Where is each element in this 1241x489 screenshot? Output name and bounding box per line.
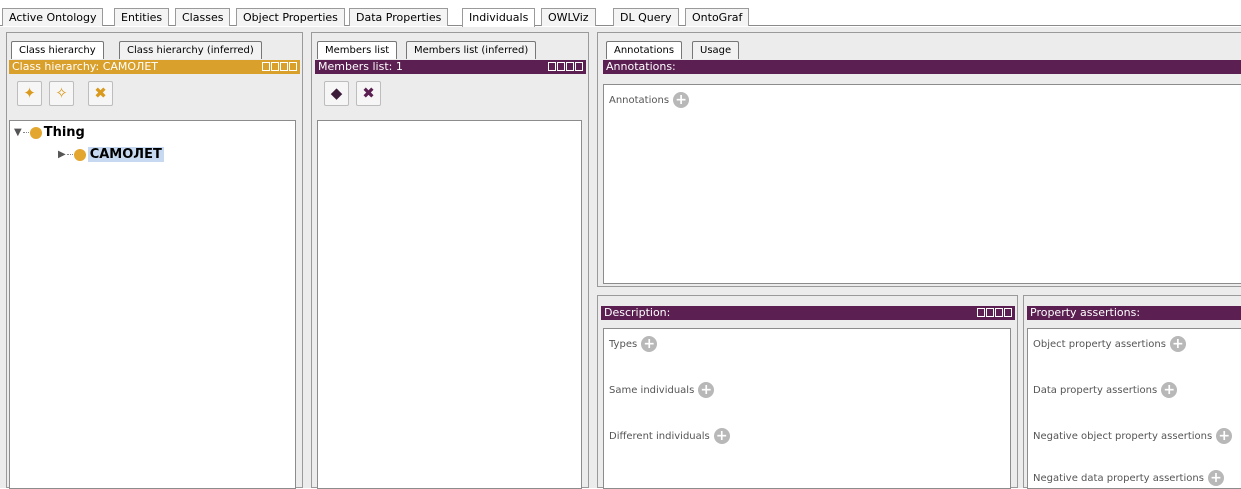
description-title: Description: [601, 306, 1015, 320]
data-property-assertions-label: Data property assertions [1033, 384, 1158, 396]
window-controls [262, 62, 297, 71]
add-annotation-icon[interactable]: + [673, 92, 690, 108]
object-property-assertions-field: Object property assertions + [1033, 336, 1186, 352]
same-individuals-label: Same individuals [609, 384, 695, 396]
delete-individual-button[interactable]: ✖ [356, 81, 381, 106]
close-icon[interactable] [575, 62, 583, 71]
tab-class-hierarchy[interactable]: Class hierarchy [11, 41, 104, 59]
add-sibling-class-button[interactable]: ✧ [49, 81, 74, 106]
add-negative-data-property-assertion-icon[interactable]: + [1207, 470, 1224, 486]
delete-class-button[interactable]: ✖ [88, 81, 113, 106]
object-property-assertions-label: Object property assertions [1033, 338, 1166, 350]
minimize-icon[interactable] [557, 62, 565, 71]
maximize-icon[interactable] [995, 308, 1003, 317]
add-data-property-assertion-icon[interactable]: + [1161, 382, 1178, 398]
negative-data-property-assertions-label: Negative data property assertions [1033, 472, 1204, 484]
property-assertions-box: Object property assertions + Data proper… [1027, 328, 1241, 489]
types-field: Types + [609, 336, 658, 352]
tab-class-hierarchy-inferred[interactable]: Class hierarchy (inferred) [119, 41, 262, 59]
add-different-individual-icon[interactable]: + [713, 428, 730, 444]
annotations-box: Annotations + [603, 84, 1241, 284]
annotations-title: Annotations: [603, 60, 1241, 74]
float-icon[interactable] [977, 308, 985, 317]
tab-owlviz[interactable]: OWLViz [541, 8, 596, 26]
tab-dl-query[interactable]: DL Query [613, 8, 679, 26]
window-controls [977, 308, 1012, 317]
property-assertions-panel: Property assertions: Object property ass… [1023, 295, 1241, 489]
tab-ontograf[interactable]: OntoGraf [685, 8, 750, 26]
close-icon[interactable] [1004, 308, 1012, 317]
tree-node-samolet[interactable]: ▶ САМОЛЕТ [58, 147, 164, 162]
property-assertions-title: Property assertions: [1027, 306, 1241, 320]
add-individual-button[interactable]: ◆ [324, 81, 349, 106]
types-label: Types [609, 338, 638, 350]
minimize-icon[interactable] [986, 308, 994, 317]
delete-individual-icon: ✖ [362, 84, 375, 102]
maximize-icon[interactable] [280, 62, 288, 71]
expand-icon[interactable]: ▶ [58, 149, 66, 160]
tree-connector [22, 132, 29, 133]
window-controls [548, 62, 583, 71]
add-negative-object-property-assertion-icon[interactable]: + [1216, 428, 1233, 444]
add-sibling-class-icon: ✧ [55, 84, 68, 102]
description-box: Types + Same individuals + Different ind… [603, 328, 1011, 489]
tab-members-list-inferred[interactable]: Members list (inferred) [406, 41, 537, 59]
maximize-icon[interactable] [566, 62, 574, 71]
float-icon[interactable] [262, 62, 270, 71]
tab-active-ontology[interactable]: Active Ontology [2, 8, 104, 26]
negative-data-property-assertions-field: Negative data property assertions + [1033, 470, 1224, 486]
class-hierarchy-panel: Class hierarchy Class hierarchy (inferre… [6, 32, 303, 489]
tab-data-properties[interactable]: Data Properties [349, 8, 449, 26]
close-icon[interactable] [289, 62, 297, 71]
add-individual-icon: ◆ [330, 84, 343, 102]
tree-node-label: Thing [43, 125, 85, 140]
add-subclass-button[interactable]: ✦ [17, 81, 42, 106]
minimize-icon[interactable] [271, 62, 279, 71]
annotations-panel: Annotations Usage Annotations: Annotatio… [597, 32, 1241, 287]
add-object-property-assertion-icon[interactable]: + [1169, 336, 1186, 352]
class-hierarchy-title: Class hierarchy: САМОЛЕТ [9, 60, 300, 74]
collapse-icon[interactable]: ▼ [14, 127, 22, 138]
annotations-label: Annotations [609, 94, 670, 106]
tree-node-thing[interactable]: ▼ Thing [14, 125, 85, 140]
members-list[interactable] [317, 120, 582, 489]
data-property-assertions-field: Data property assertions + [1033, 382, 1178, 398]
description-title-text: Description: [604, 306, 671, 319]
members-list-title-text: Members list: 1 [318, 60, 403, 73]
members-list-title: Members list: 1 [315, 60, 586, 74]
float-icon[interactable] [548, 62, 556, 71]
annotations-field: Annotations + [609, 92, 690, 108]
class-icon [73, 148, 86, 161]
class-hierarchy-title-text: Class hierarchy: САМОЛЕТ [12, 60, 159, 73]
tree-node-label: САМОЛЕТ [87, 147, 164, 162]
same-individuals-field: Same individuals + [609, 382, 715, 398]
tab-entities[interactable]: Entities [114, 8, 170, 26]
different-individuals-field: Different individuals + [609, 428, 730, 444]
tab-individuals[interactable]: Individuals [462, 8, 536, 27]
tab-classes[interactable]: Classes [175, 8, 231, 26]
class-tree: ▼ Thing ▶ САМОЛЕТ [9, 120, 296, 489]
tab-object-properties[interactable]: Object Properties [236, 8, 345, 26]
class-icon [29, 126, 42, 139]
add-subclass-icon: ✦ [23, 84, 36, 102]
negative-object-property-assertions-label: Negative object property assertions [1033, 430, 1213, 442]
add-same-individual-icon[interactable]: + [698, 382, 715, 398]
add-type-icon[interactable]: + [641, 336, 658, 352]
tree-connector [66, 154, 73, 155]
main-tab-bar: Active Ontology Entities Classes Object … [0, 8, 1241, 27]
workspace: Class hierarchy Class hierarchy (inferre… [0, 27, 1241, 489]
negative-object-property-assertions-field: Negative object property assertions + [1033, 428, 1233, 444]
different-individuals-label: Different individuals [609, 430, 710, 442]
tab-usage[interactable]: Usage [692, 41, 740, 59]
description-panel: Description: Types + Same individuals + … [597, 295, 1018, 489]
members-list-panel: Members list Members list (inferred) Mem… [311, 32, 589, 489]
tab-annotations[interactable]: Annotations [606, 41, 683, 59]
tab-members-list[interactable]: Members list [317, 41, 398, 59]
delete-class-icon: ✖ [94, 84, 107, 102]
